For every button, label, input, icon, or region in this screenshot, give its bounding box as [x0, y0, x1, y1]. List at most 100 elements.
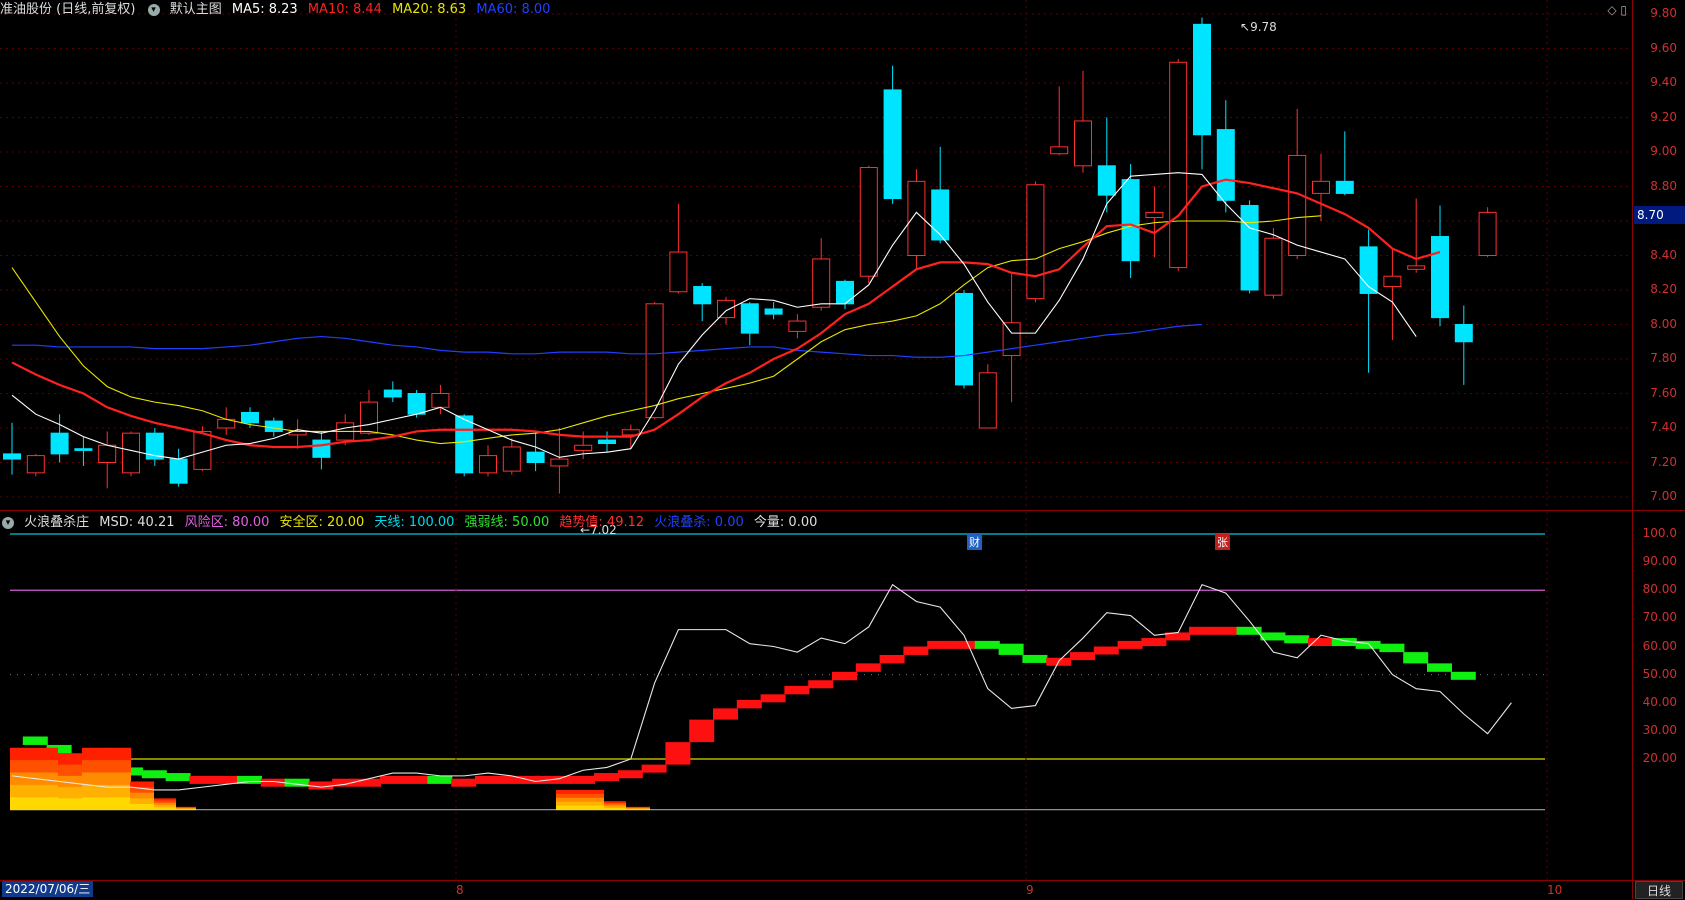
- fire-wave-bar: [130, 792, 154, 799]
- candle[interactable]: [312, 431, 331, 470]
- candle[interactable]: [693, 283, 712, 322]
- indicator-name[interactable]: 火浪叠杀庄: [24, 515, 89, 530]
- candle-body: [1264, 237, 1283, 296]
- candle-body: [479, 455, 497, 474]
- ma10-value: MA10: 8.44: [307, 2, 382, 17]
- candle[interactable]: [812, 238, 831, 311]
- candle-body: [693, 286, 712, 305]
- diamond-icon[interactable]: ◇ ▯: [1607, 3, 1627, 17]
- indicator-header: ▾ 火浪叠杀庄 MSD: 40.21 风险区: 80.00 安全区: 20.00…: [0, 513, 823, 533]
- candle[interactable]: [669, 203, 688, 294]
- candle[interactable]: [122, 431, 140, 477]
- current-price-box: 8.70: [1634, 206, 1685, 224]
- stock-name[interactable]: 准油股份 (日线,前复权): [0, 2, 135, 17]
- candle-body: [978, 372, 997, 429]
- candle[interactable]: [836, 279, 854, 309]
- candle[interactable]: [502, 438, 521, 475]
- candle[interactable]: [907, 169, 926, 270]
- candle[interactable]: [98, 431, 117, 489]
- candle[interactable]: [288, 419, 307, 449]
- fire-wave-bar: [154, 807, 176, 811]
- candle-body: [1312, 180, 1330, 194]
- settings-icon[interactable]: ▾: [147, 3, 160, 16]
- trend-block: [570, 775, 596, 784]
- candle[interactable]: [407, 390, 426, 418]
- candle[interactable]: [1026, 181, 1045, 303]
- candle-body: [550, 458, 569, 467]
- indicator-tick-label: 40.00: [1642, 694, 1677, 709]
- fire-wave-bar: [58, 798, 83, 811]
- indicator-menu-icon[interactable]: ▾: [2, 516, 14, 529]
- fire-wave-bar: [58, 753, 83, 766]
- candle[interactable]: [479, 445, 497, 477]
- candle[interactable]: [883, 65, 902, 204]
- candle[interactable]: [978, 364, 997, 429]
- candle[interactable]: [1335, 131, 1354, 196]
- candle-body: [455, 415, 474, 474]
- trend-block: [641, 764, 667, 773]
- candle[interactable]: [169, 448, 188, 487]
- ma60-line: [12, 323, 1203, 358]
- candle[interactable]: [550, 428, 569, 494]
- candle[interactable]: [1407, 198, 1426, 273]
- price-tick-label: 7.00: [1650, 489, 1677, 503]
- candle[interactable]: [1240, 200, 1259, 294]
- period-button[interactable]: 日线: [1635, 881, 1683, 899]
- price-tick-label: 7.60: [1650, 385, 1677, 400]
- candle[interactable]: [1312, 153, 1330, 221]
- candle[interactable]: [859, 165, 878, 284]
- candle[interactable]: [1074, 70, 1092, 173]
- candle[interactable]: [764, 302, 783, 320]
- price-chart[interactable]: [0, 0, 1632, 510]
- indicator-chart[interactable]: [0, 512, 1632, 880]
- candle-body: [1407, 265, 1426, 270]
- candle[interactable]: [526, 431, 545, 472]
- candle[interactable]: [383, 381, 402, 403]
- candle[interactable]: [1431, 205, 1449, 327]
- candle[interactable]: [788, 314, 807, 339]
- candle-body: [98, 444, 117, 463]
- event-badge-rise[interactable]: 张: [1215, 534, 1230, 550]
- price-tick-label: 9.60: [1650, 40, 1677, 55]
- indicator-tick-label: 20.00: [1642, 751, 1677, 765]
- candle[interactable]: [1169, 58, 1188, 272]
- candle[interactable]: [1359, 229, 1378, 373]
- candle[interactable]: [955, 290, 973, 389]
- ma60-value: MA60: 8.00: [476, 2, 551, 17]
- candle[interactable]: [598, 431, 616, 453]
- candle[interactable]: [26, 453, 45, 477]
- candle[interactable]: [3, 422, 21, 475]
- candle[interactable]: [1121, 164, 1140, 278]
- candle[interactable]: [145, 428, 164, 466]
- candle[interactable]: [1264, 227, 1283, 299]
- sky-line-value: 天线: 100.00: [374, 515, 455, 530]
- candle-body: [1383, 275, 1402, 288]
- trend-block: [498, 775, 524, 784]
- candle-body: [1026, 184, 1045, 300]
- candle[interactable]: [74, 436, 93, 466]
- price-tick-label: 7.40: [1650, 420, 1677, 434]
- candle[interactable]: [645, 302, 664, 420]
- fire-wave-bar: [556, 793, 604, 799]
- candle[interactable]: [740, 302, 759, 346]
- fire-wave-bar: [130, 781, 154, 788]
- high-value: 9.78: [1250, 20, 1277, 34]
- trend-block: [1284, 635, 1310, 644]
- candle[interactable]: [1383, 248, 1402, 341]
- candle[interactable]: [360, 390, 378, 435]
- candle[interactable]: [1288, 108, 1307, 259]
- candle[interactable]: [1478, 207, 1497, 258]
- fire-wave-bar: [82, 772, 107, 786]
- trend-block: [451, 778, 477, 787]
- candle[interactable]: [1454, 305, 1473, 385]
- candle[interactable]: [1050, 86, 1069, 156]
- candle[interactable]: [455, 414, 474, 477]
- indicator-tick-label: 90.00: [1642, 554, 1677, 569]
- template-label[interactable]: 默认主图: [170, 2, 222, 17]
- candle[interactable]: [1193, 17, 1211, 170]
- fire-wave-bar: [556, 789, 604, 795]
- candle[interactable]: [1002, 272, 1021, 403]
- candle[interactable]: [1097, 117, 1116, 213]
- trend-block: [141, 770, 167, 779]
- event-badge-finance[interactable]: 财: [967, 534, 982, 550]
